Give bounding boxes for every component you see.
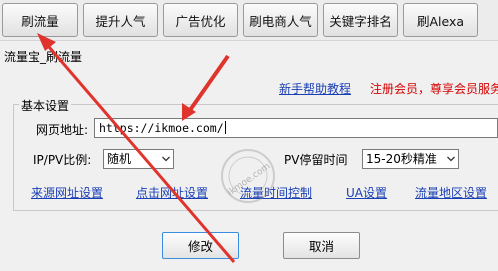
toolbar-button-ad-optimize[interactable]: 广告优化	[163, 3, 238, 37]
toolbar-button-label: 广告优化	[175, 13, 226, 29]
pv-time-select-value: 15-20秒精准	[366, 152, 437, 166]
click-url-settings-link[interactable]: 点击网址设置	[136, 184, 208, 201]
ip-pv-select-value: 随机	[107, 152, 132, 166]
traffic-region-settings-link[interactable]: 流量地区设置	[415, 184, 487, 201]
modify-button-label: 修改	[187, 239, 213, 254]
toolbar-button-alexa[interactable]: 刷Alexa	[403, 3, 478, 37]
chevron-down-icon	[162, 156, 170, 162]
help-tutorial-link[interactable]: 新手帮助教程	[279, 80, 351, 97]
ua-settings-link[interactable]: UA设置	[346, 184, 387, 201]
ip-pv-label: IP/PV比例:	[33, 153, 92, 167]
toolbar-button-ecommerce-popularity[interactable]: 刷电商人气	[243, 3, 318, 37]
window-title: 流量宝_刷流量	[4, 50, 83, 64]
top-toolbar: 刷流量 提升人气 广告优化 刷电商人气 关键字排名 刷Alexa	[0, 0, 498, 41]
toolbar-button-label: 刷Alexa	[416, 13, 465, 29]
chevron-down-icon	[447, 156, 455, 162]
basic-settings-legend: 基本设置	[19, 97, 72, 114]
toolbar-button-brush-traffic[interactable]: 刷流量	[2, 3, 78, 37]
url-input-value: https://ikmoe.com/	[99, 121, 224, 135]
toolbar-button-label: 提升人气	[95, 13, 146, 29]
text-caret	[224, 121, 226, 134]
ip-pv-select[interactable]: 随机	[103, 149, 174, 169]
url-label: 网页地址:	[36, 123, 89, 137]
pv-time-select[interactable]: 15-20秒精准	[362, 149, 459, 169]
cancel-button-label: 取消	[308, 239, 334, 254]
cancel-button[interactable]: 取消	[283, 232, 360, 259]
toolbar-button-boost-popularity[interactable]: 提升人气	[83, 3, 158, 37]
url-input[interactable]: https://ikmoe.com/	[94, 118, 498, 138]
modify-button[interactable]: 修改	[162, 232, 239, 259]
pv-time-label: PV停留时间	[284, 153, 348, 167]
vip-register-link[interactable]: 注册会员，尊享会员服务	[370, 80, 498, 97]
toolbar-button-keyword-ranking[interactable]: 关键字排名	[323, 3, 398, 37]
toolbar-button-label: 刷流量	[21, 13, 59, 29]
toolbar-button-label: 刷电商人气	[249, 13, 312, 29]
source-url-settings-link[interactable]: 来源网址设置	[31, 184, 103, 201]
toolbar-button-label: 关键字排名	[329, 13, 392, 29]
